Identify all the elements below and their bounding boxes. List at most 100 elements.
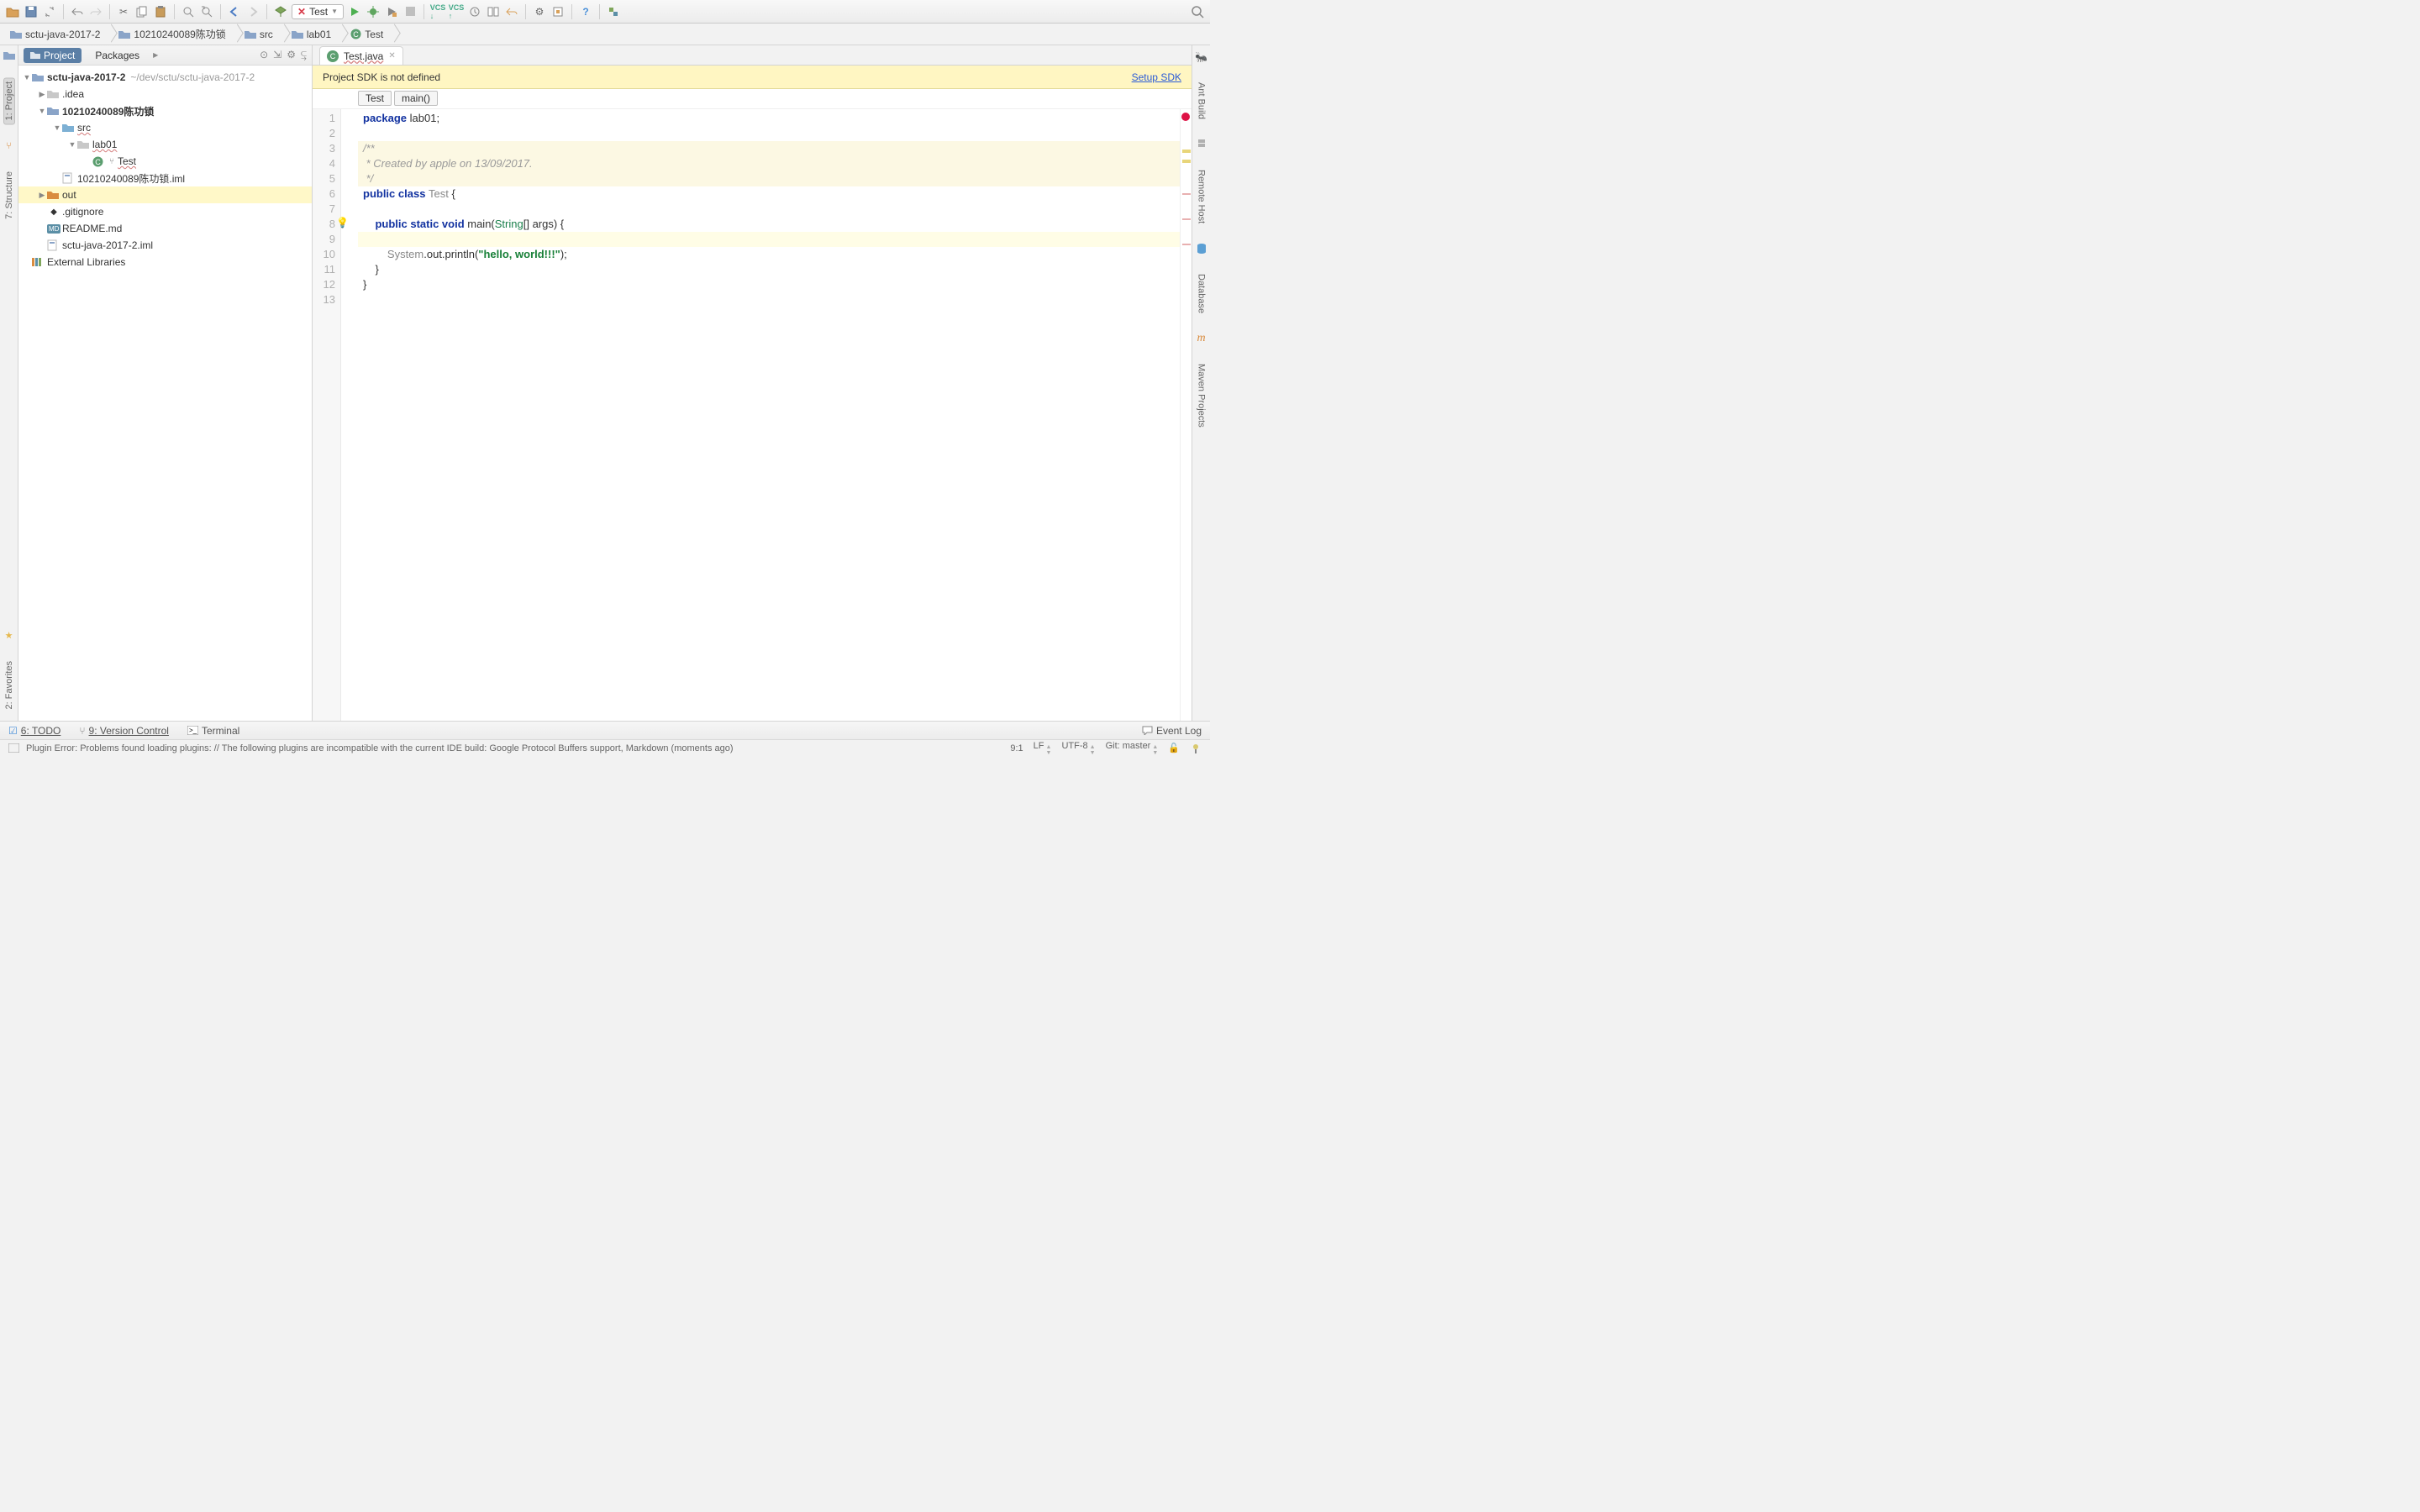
status-message: Plugin Error: Problems found loading plu… [26, 743, 734, 753]
stop-icon[interactable] [402, 4, 418, 19]
x-icon: ✕ [297, 6, 306, 18]
line-separator[interactable]: LF▲▼ [1034, 741, 1052, 756]
separator [220, 4, 221, 19]
help-icon[interactable]: ? [578, 4, 593, 19]
save-icon[interactable] [24, 4, 39, 19]
status-rect-icon[interactable] [8, 743, 19, 753]
breadcrumb-package[interactable]: lab01 [285, 25, 343, 44]
sync-icon[interactable] [42, 4, 57, 19]
chevron-right-icon[interactable]: ▶ [153, 51, 158, 59]
git-branch[interactable]: Git: master▲▼ [1106, 741, 1159, 756]
separator [109, 4, 110, 19]
packages-view-tab[interactable]: Packages [88, 48, 146, 63]
sdk-icon[interactable] [550, 4, 566, 19]
project-tree[interactable]: ▼sctu-java-2017-2~/dev/sctu/sctu-java-20… [18, 66, 312, 721]
find-icon[interactable] [181, 4, 196, 19]
tab-event-log[interactable]: Event Log [1142, 725, 1202, 737]
run-icon[interactable] [347, 4, 362, 19]
undo-icon[interactable] [70, 4, 85, 19]
forward-icon[interactable] [245, 4, 260, 19]
tree-test-class[interactable]: C⑂Test [18, 153, 312, 170]
code-content[interactable]: package lab01; /** * Created by apple on… [358, 109, 1180, 721]
tree-iml1[interactable]: 10210240089陈功锁.iml [18, 170, 312, 186]
search-everywhere-icon[interactable] [1190, 4, 1205, 19]
tree-src[interactable]: ▼src [18, 119, 312, 136]
copy-icon[interactable] [134, 4, 150, 19]
crumb-class[interactable]: Test [358, 91, 392, 106]
tree-gitignore[interactable]: ◆.gitignore [18, 203, 312, 220]
tree-readme[interactable]: MDREADME.md [18, 220, 312, 237]
tab-database[interactable]: Database [1197, 270, 1207, 317]
tab-todo[interactable]: ☑6: TODO [8, 725, 60, 737]
file-tab-test[interactable]: C Test.java ✕ [319, 46, 403, 65]
gear-icon[interactable]: ⚙ [287, 49, 296, 61]
build-icon[interactable] [273, 4, 288, 19]
replace-icon[interactable] [199, 4, 214, 19]
breadcrumb-module[interactable]: 10210240089陈功锁 [112, 25, 237, 44]
warning-mark[interactable] [1182, 150, 1191, 153]
tab-ant[interactable]: Ant Build [1197, 79, 1207, 123]
database-icon [1195, 242, 1208, 255]
code-editor[interactable]: 12345678910111213 💡 package lab01; /** *… [313, 109, 1192, 721]
file-encoding[interactable]: UTF-8▲▼ [1061, 741, 1095, 756]
breadcrumb-src[interactable]: src [238, 25, 285, 44]
hide-icon[interactable]: ⥹ [301, 49, 307, 61]
back-icon[interactable] [227, 4, 242, 19]
collapse-icon[interactable]: ⇲ [273, 49, 281, 61]
inspector-icon[interactable] [1190, 743, 1202, 754]
tab-favorites[interactable]: 2: Favorites [4, 658, 14, 712]
warning-mark[interactable] [1182, 160, 1191, 163]
status-bar: Plugin Error: Problems found loading plu… [0, 739, 1210, 756]
tab-project[interactable]: 1: Project [3, 77, 15, 124]
tab-structure[interactable]: 7: Structure [4, 168, 14, 223]
tab-maven[interactable]: Maven Projects [1197, 360, 1207, 431]
tree-root[interactable]: ▼sctu-java-2017-2~/dev/sctu/sctu-java-20… [18, 69, 312, 86]
tree-lab01[interactable]: ▼lab01 [18, 136, 312, 153]
breadcrumb-project[interactable]: sctu-java-2017-2 [3, 25, 112, 44]
tree-out[interactable]: ▶out [18, 186, 312, 203]
tree-module[interactable]: ▼10210240089陈功锁 [18, 102, 312, 119]
diff-icon[interactable] [486, 4, 501, 19]
tab-terminal[interactable]: >_Terminal [187, 725, 239, 737]
svg-text:C: C [353, 30, 359, 39]
caret-position[interactable]: 9:1 [1010, 743, 1023, 753]
tree-idea[interactable]: ▶.idea [18, 86, 312, 102]
cut-icon[interactable]: ✂ [116, 4, 131, 19]
redo-icon[interactable] [88, 4, 103, 19]
setup-sdk-link[interactable]: Setup SDK [1132, 71, 1181, 83]
navigation-bar: sctu-java-2017-2 10210240089陈功锁 src lab0… [0, 24, 1210, 45]
jrebel-icon[interactable] [606, 4, 621, 19]
error-indicator-icon[interactable] [1181, 113, 1190, 121]
tab-version-control[interactable]: ⑂9: Version Control [79, 725, 169, 737]
history-icon[interactable] [467, 4, 482, 19]
tree-external-libs[interactable]: External Libraries [18, 254, 312, 270]
error-mark[interactable] [1182, 218, 1191, 220]
project-tool-icon [3, 50, 15, 60]
error-stripe[interactable] [1180, 109, 1192, 721]
error-mark[interactable] [1182, 244, 1191, 245]
maven-icon: m [1195, 332, 1208, 345]
breadcrumb-class[interactable]: CTest [343, 25, 395, 44]
tab-remote-host[interactable]: Remote Host [1197, 166, 1207, 227]
close-icon[interactable]: ✕ [388, 51, 395, 60]
separator [174, 4, 175, 19]
folder-icon [118, 29, 130, 40]
lightbulb-icon[interactable]: 💡 [336, 217, 349, 228]
folder-icon [292, 29, 303, 40]
error-mark[interactable] [1182, 193, 1191, 195]
revert-icon[interactable] [504, 4, 519, 19]
lock-icon[interactable]: 🔓 [1168, 743, 1180, 753]
separator [525, 4, 526, 19]
run-config-selector[interactable]: ✕ Test ▼ [292, 4, 344, 19]
open-icon[interactable] [5, 4, 20, 19]
debug-icon[interactable] [366, 4, 381, 19]
tree-iml2[interactable]: sctu-java-2017-2.iml [18, 237, 312, 254]
coverage-icon[interactable] [384, 4, 399, 19]
settings-icon[interactable]: ⚙ [532, 4, 547, 19]
scroll-to-icon[interactable]: ⊙ [260, 49, 268, 61]
vcs-update-icon[interactable]: VCS↓ [430, 4, 445, 19]
crumb-method[interactable]: main() [394, 91, 438, 106]
project-view-tab[interactable]: Project [24, 48, 82, 63]
paste-icon[interactable] [153, 4, 168, 19]
vcs-commit-icon[interactable]: VCS↑ [449, 4, 464, 19]
